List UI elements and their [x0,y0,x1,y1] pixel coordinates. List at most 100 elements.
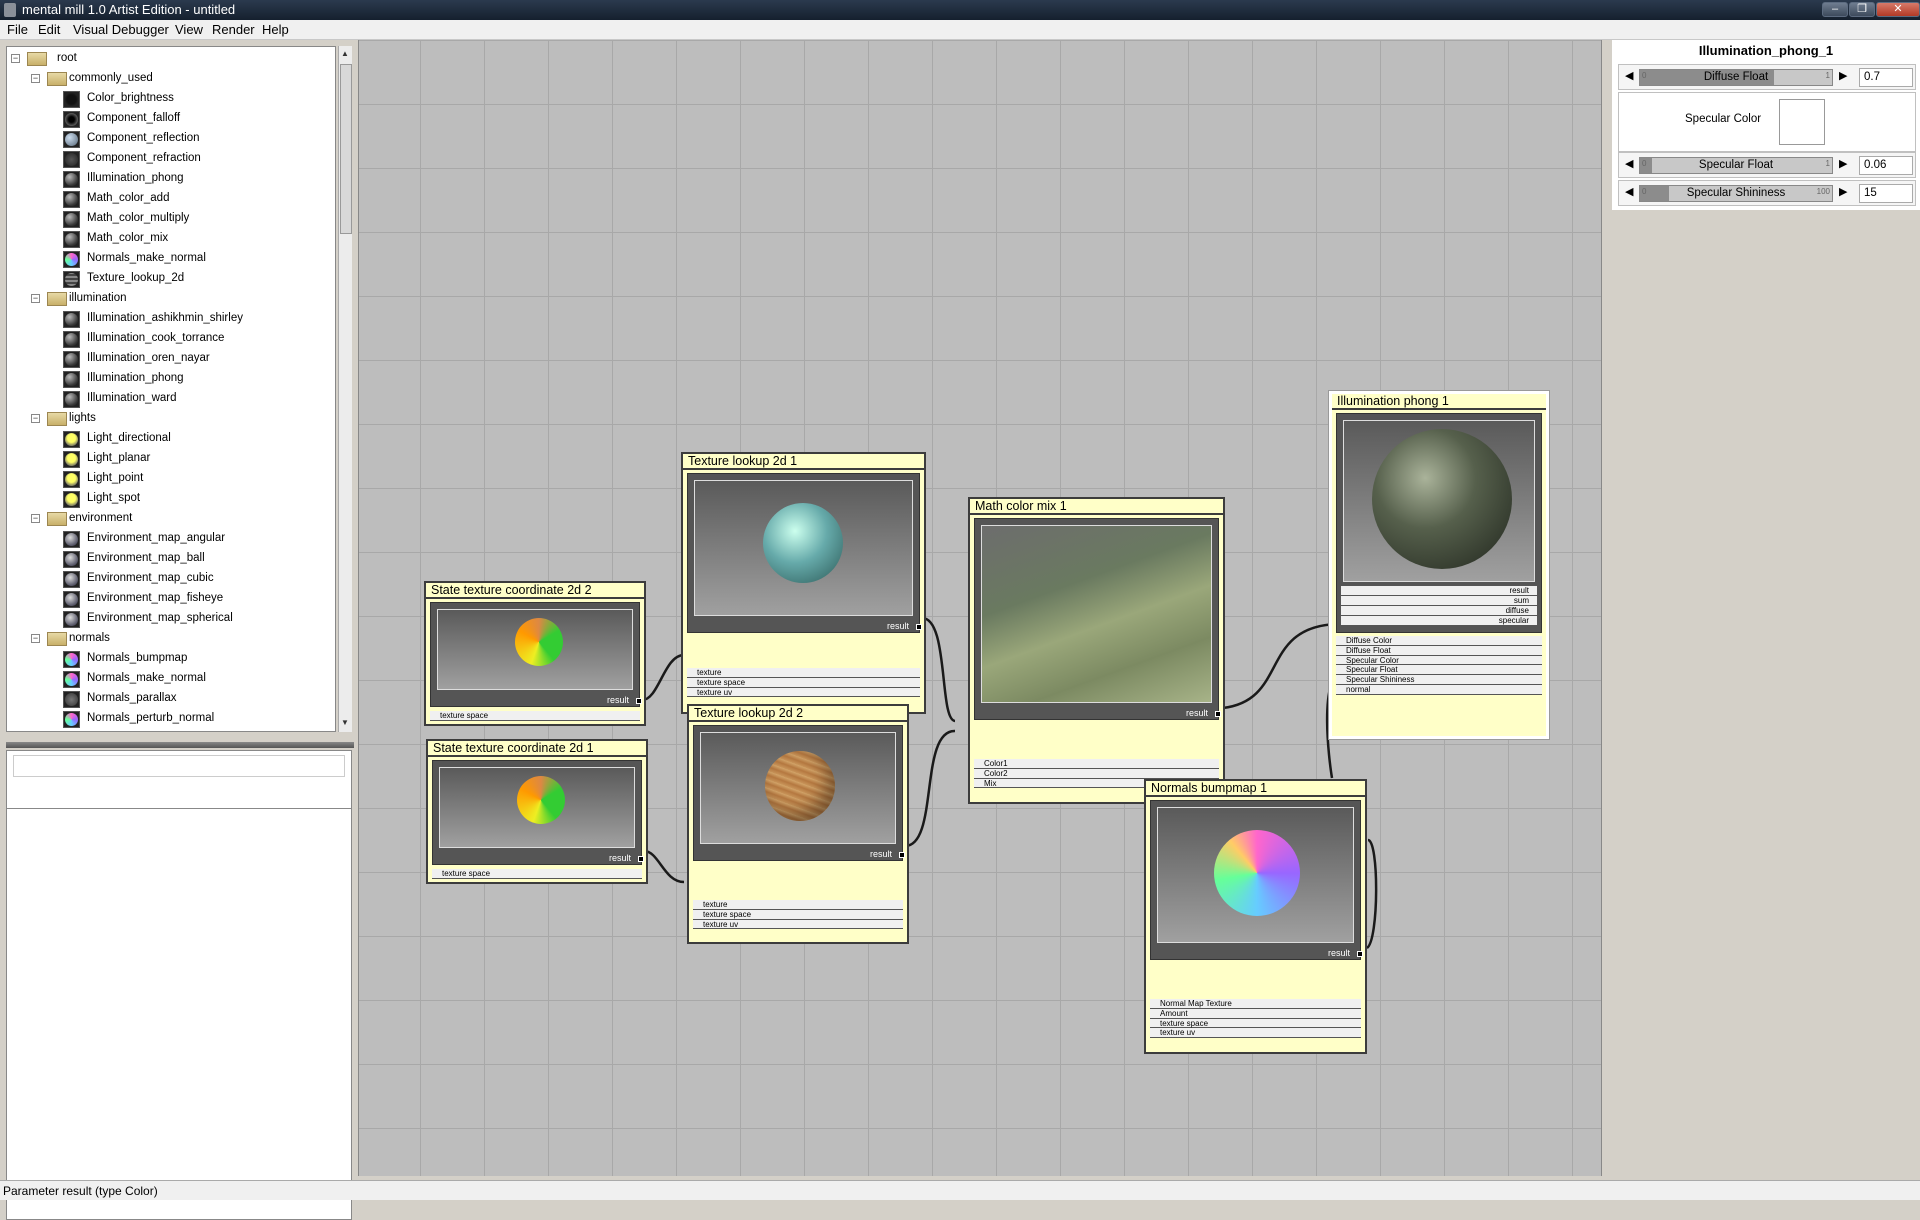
node-texture-lookup-1[interactable]: Texture lookup 2d 1 result texture textu… [681,452,926,714]
param-row[interactable]: Specular Shininess [1336,675,1542,685]
tree-item-component-reflection[interactable]: Component_reflection [7,129,327,149]
node-texture-lookup-2[interactable]: Texture lookup 2d 2 result texture textu… [687,704,909,944]
param-row[interactable]: texture [693,900,903,910]
slider-track[interactable]: 0 1 Diffuse Float [1639,69,1833,86]
param-row[interactable]: Color2 [974,768,1219,779]
result-port[interactable] [899,852,905,858]
tree-group-illumination[interactable]: − illumination [7,289,327,309]
tree-item-environment-map-fisheye[interactable]: Environment_map_fisheye [7,589,327,609]
tree-item-normals-parallax[interactable]: Normals_parallax [7,689,327,709]
collapse-icon[interactable]: − [31,634,40,643]
tree-item-math-color-add[interactable]: Math_color_add [7,189,327,209]
diffuse-float-value[interactable]: 0.7 [1859,68,1913,87]
tree-item-environment-map-cubic[interactable]: Environment_map_cubic [7,569,327,589]
restore-button[interactable]: ❐ [1849,2,1875,17]
param-row[interactable]: Specular Color [1336,655,1542,666]
result-port[interactable] [1215,711,1221,717]
increase-arrow-icon[interactable]: ▶ [1839,69,1847,82]
tree-item-color-brightness[interactable]: Color_brightness [7,89,327,109]
node-state-texture-coordinate-2[interactable]: State texture coordinate 2d 2 result tex… [424,581,646,726]
increase-arrow-icon[interactable]: ▶ [1839,185,1847,198]
tree-item-normals-bumpmap[interactable]: Normals_bumpmap [7,649,327,669]
menu-edit[interactable]: Edit [38,22,60,37]
param-row[interactable]: texture uv [1150,1028,1361,1039]
result-port[interactable] [1357,951,1363,957]
close-button[interactable]: ✕ [1876,2,1920,17]
param-row[interactable]: texture space [687,677,920,688]
tree-item-environment-map-spherical[interactable]: Environment_map_spherical [7,609,327,629]
tree-item-math-color-mix[interactable]: Math_color_mix [7,229,327,249]
slider-track[interactable]: 0 1 Specular Float [1639,157,1833,174]
param-row[interactable]: texture space [693,909,903,920]
menu-visual-debugger[interactable]: Visual Debugger [73,22,169,37]
tree-item-environment-map-ball[interactable]: Environment_map_ball [7,549,327,569]
output-row[interactable]: diffuse [1341,606,1537,616]
tree-item-normals-make-normal[interactable]: Normals_make_normal [7,249,327,269]
tree-item-illumination-ward[interactable]: Illumination_ward [7,389,327,409]
param-row[interactable]: Amount [1150,1008,1361,1019]
collapse-icon[interactable]: − [31,414,40,423]
tree-group-environment[interactable]: − environment [7,509,327,529]
diffuse-float-slider[interactable]: ◀ 0 1 Diffuse Float ▶ 0.7 [1618,64,1916,90]
specular-shininess-value[interactable]: 15 [1859,184,1913,203]
tree-item-illumination-cook-torrance[interactable]: Illumination_cook_torrance [7,329,327,349]
output-row[interactable]: result [1341,586,1537,596]
slider-track[interactable]: 0 100 Specular Shininess [1639,185,1833,202]
tree-scrollbar[interactable]: ▲ ▼ [338,46,352,732]
node-normals-bumpmap[interactable]: Normals bumpmap 1 result Normal Map Text… [1144,779,1367,1054]
tree-root[interactable]: − root [7,49,327,69]
scroll-up-icon[interactable]: ▲ [341,49,349,58]
collapse-icon[interactable]: − [31,74,40,83]
scroll-down-icon[interactable]: ▼ [341,718,349,727]
result-port[interactable] [636,698,642,704]
tree-item-illumination-ashikhmin-shirley[interactable]: Illumination_ashikhmin_shirley [7,309,327,329]
menu-view[interactable]: View [175,22,203,37]
tree-item-texture-lookup-2d[interactable]: Texture_lookup_2d [7,269,327,289]
decrease-arrow-icon[interactable]: ◀ [1625,185,1633,198]
tree-item-light-directional[interactable]: Light_directional [7,429,327,449]
tree-item-component-refraction[interactable]: Component_refraction [7,149,327,169]
tree-item-light-spot[interactable]: Light_spot [7,489,327,509]
node-illumination-phong[interactable]: Illumination phong 1 result sum diffuse … [1328,390,1550,740]
decrease-arrow-icon[interactable]: ◀ [1625,157,1633,170]
tree-item-light-planar[interactable]: Light_planar [7,449,327,469]
param-row[interactable]: Diffuse Float [1336,645,1542,656]
param-row[interactable]: Specular Float [1336,665,1542,676]
param-row[interactable]: Diffuse Color [1336,636,1542,646]
decrease-arrow-icon[interactable]: ◀ [1625,69,1633,82]
param-row[interactable]: Color1 [974,759,1219,769]
specular-float-slider[interactable]: ◀ 0 1 Specular Float ▶ 0.06 [1618,152,1916,178]
collapse-icon[interactable]: − [31,294,40,303]
tree-item-illumination-phong[interactable]: Illumination_phong [7,369,327,389]
param-row[interactable]: texture [687,668,920,678]
specular-color-swatch[interactable] [1779,99,1825,145]
node-math-color-mix[interactable]: Math color mix 1 result Color1 Color2 Mi… [968,497,1225,804]
specular-shininess-slider[interactable]: ◀ 0 100 Specular Shininess ▶ 15 [1618,180,1916,206]
minimize-button[interactable]: – [1822,2,1848,17]
tree-group-commonly_used[interactable]: − commonly_used [7,69,327,89]
menu-file[interactable]: File [7,22,28,37]
result-port[interactable] [638,856,644,862]
tree-item-math-color-multiply[interactable]: Math_color_multiply [7,209,327,229]
result-port[interactable] [916,624,922,630]
tree-group-normals[interactable]: − normals [7,629,327,649]
tree-group-texture[interactable]: −texture [7,729,327,731]
tree-item-illumination-phong[interactable]: Illumination_phong [7,169,327,189]
collapse-icon[interactable]: − [31,514,40,523]
param-row[interactable]: Normal Map Texture [1150,999,1361,1009]
output-row[interactable]: specular [1341,616,1537,626]
increase-arrow-icon[interactable]: ▶ [1839,157,1847,170]
param-row[interactable]: texture space [430,711,640,721]
tree-group-lights[interactable]: − lights [7,409,327,429]
tree-item-illumination-oren-nayar[interactable]: Illumination_oren_nayar [7,349,327,369]
menu-help[interactable]: Help [262,22,289,37]
graph-canvas[interactable]: State texture coordinate 2d 2 result tex… [358,40,1602,1176]
tree-item-component-falloff[interactable]: Component_falloff [7,109,327,129]
search-input[interactable] [13,755,345,777]
param-row[interactable]: texture space [1150,1018,1361,1029]
panel-splitter[interactable] [6,742,354,748]
param-row[interactable]: texture space [432,869,642,879]
node-state-texture-coordinate-1[interactable]: State texture coordinate 2d 1 result tex… [426,739,648,884]
tree-item-light-point[interactable]: Light_point [7,469,327,489]
tree-item-normals-perturb-normal[interactable]: Normals_perturb_normal [7,709,327,729]
